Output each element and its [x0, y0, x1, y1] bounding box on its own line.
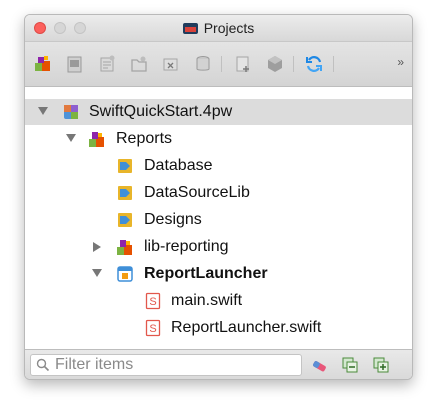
swift-file-icon: S — [145, 319, 161, 337]
tree-row-label: Designs — [144, 211, 202, 228]
search-icon — [36, 358, 50, 372]
workspace-icon — [64, 105, 78, 119]
disclosure-collapsed-icon[interactable] — [93, 242, 101, 252]
disclosure-expanded-icon[interactable] — [38, 107, 48, 115]
svg-text:S: S — [149, 323, 156, 335]
tree-row-label: ReportLauncher — [144, 265, 268, 282]
toolbar-separator — [333, 56, 334, 72]
toolbar-overflow-button[interactable]: » — [397, 55, 404, 69]
filter-field[interactable] — [30, 354, 302, 376]
window-title: Projects — [203, 20, 255, 36]
folder-icon — [118, 213, 132, 227]
add-datasource-icon[interactable] — [161, 54, 181, 74]
tree-row-label: DataSourceLib — [144, 184, 250, 201]
title-bar: Projects — [25, 15, 412, 42]
tree-row-file[interactable]: S main.swift — [25, 288, 412, 314]
new-folder-icon[interactable] — [129, 54, 149, 74]
app-target-icon — [117, 266, 133, 282]
tree-row-file[interactable]: S ReportLauncher.swift — [25, 315, 412, 341]
filter-input[interactable] — [55, 356, 295, 374]
tree-row-project[interactable]: Reports — [25, 126, 412, 152]
tree-row-folder[interactable]: Designs — [25, 207, 412, 233]
tree-row-target[interactable]: ReportLauncher — [25, 261, 412, 287]
tree-row-workspace[interactable]: SwiftQuickStart.4pw — [25, 99, 412, 125]
expand-all-icon[interactable] — [372, 356, 390, 374]
tree-row-folder[interactable]: Database — [25, 153, 412, 179]
tree-row-label: Database — [144, 157, 213, 174]
folder-icon — [118, 159, 132, 173]
toolbar-separator — [293, 56, 294, 72]
tree-row-label: SwiftQuickStart.4pw — [89, 103, 233, 120]
tree-row-folder[interactable]: DataSourceLib — [25, 180, 412, 206]
clear-filter-icon[interactable] — [310, 356, 328, 374]
toolbar-separator — [221, 56, 222, 72]
projects-window-icon — [182, 22, 198, 34]
svg-text:S: S — [149, 296, 156, 308]
tree-row-project[interactable]: lib-reporting — [25, 234, 412, 260]
folder-icon — [118, 186, 132, 200]
project-icon — [89, 132, 104, 147]
add-item-icon[interactable] — [233, 54, 253, 74]
tree-row-label: ReportLauncher.swift — [171, 319, 322, 336]
new-report-icon[interactable] — [97, 54, 117, 74]
disclosure-expanded-icon[interactable] — [66, 134, 76, 142]
refresh-icon[interactable] — [304, 54, 324, 74]
tree-row-label: main.swift — [171, 292, 243, 309]
database-icon[interactable] — [193, 54, 213, 74]
project-tree: SwiftQuickStart.4pw Reports Database Dat… — [25, 87, 412, 349]
new-file-icon[interactable] — [65, 54, 85, 74]
bottom-bar — [25, 349, 412, 379]
tree-row-label: lib-reporting — [144, 238, 229, 255]
project-icon — [117, 240, 132, 255]
collapse-all-icon[interactable] — [341, 356, 359, 374]
deploy-icon[interactable] — [265, 54, 285, 74]
toolbar: » — [25, 42, 412, 87]
swift-file-icon: S — [145, 292, 161, 310]
tree-row-label: Reports — [116, 130, 173, 147]
new-project-icon[interactable] — [33, 54, 53, 74]
projects-window: Projects » SwiftQuickStart.4pw Reports D… — [24, 14, 413, 380]
disclosure-expanded-icon[interactable] — [92, 269, 102, 277]
